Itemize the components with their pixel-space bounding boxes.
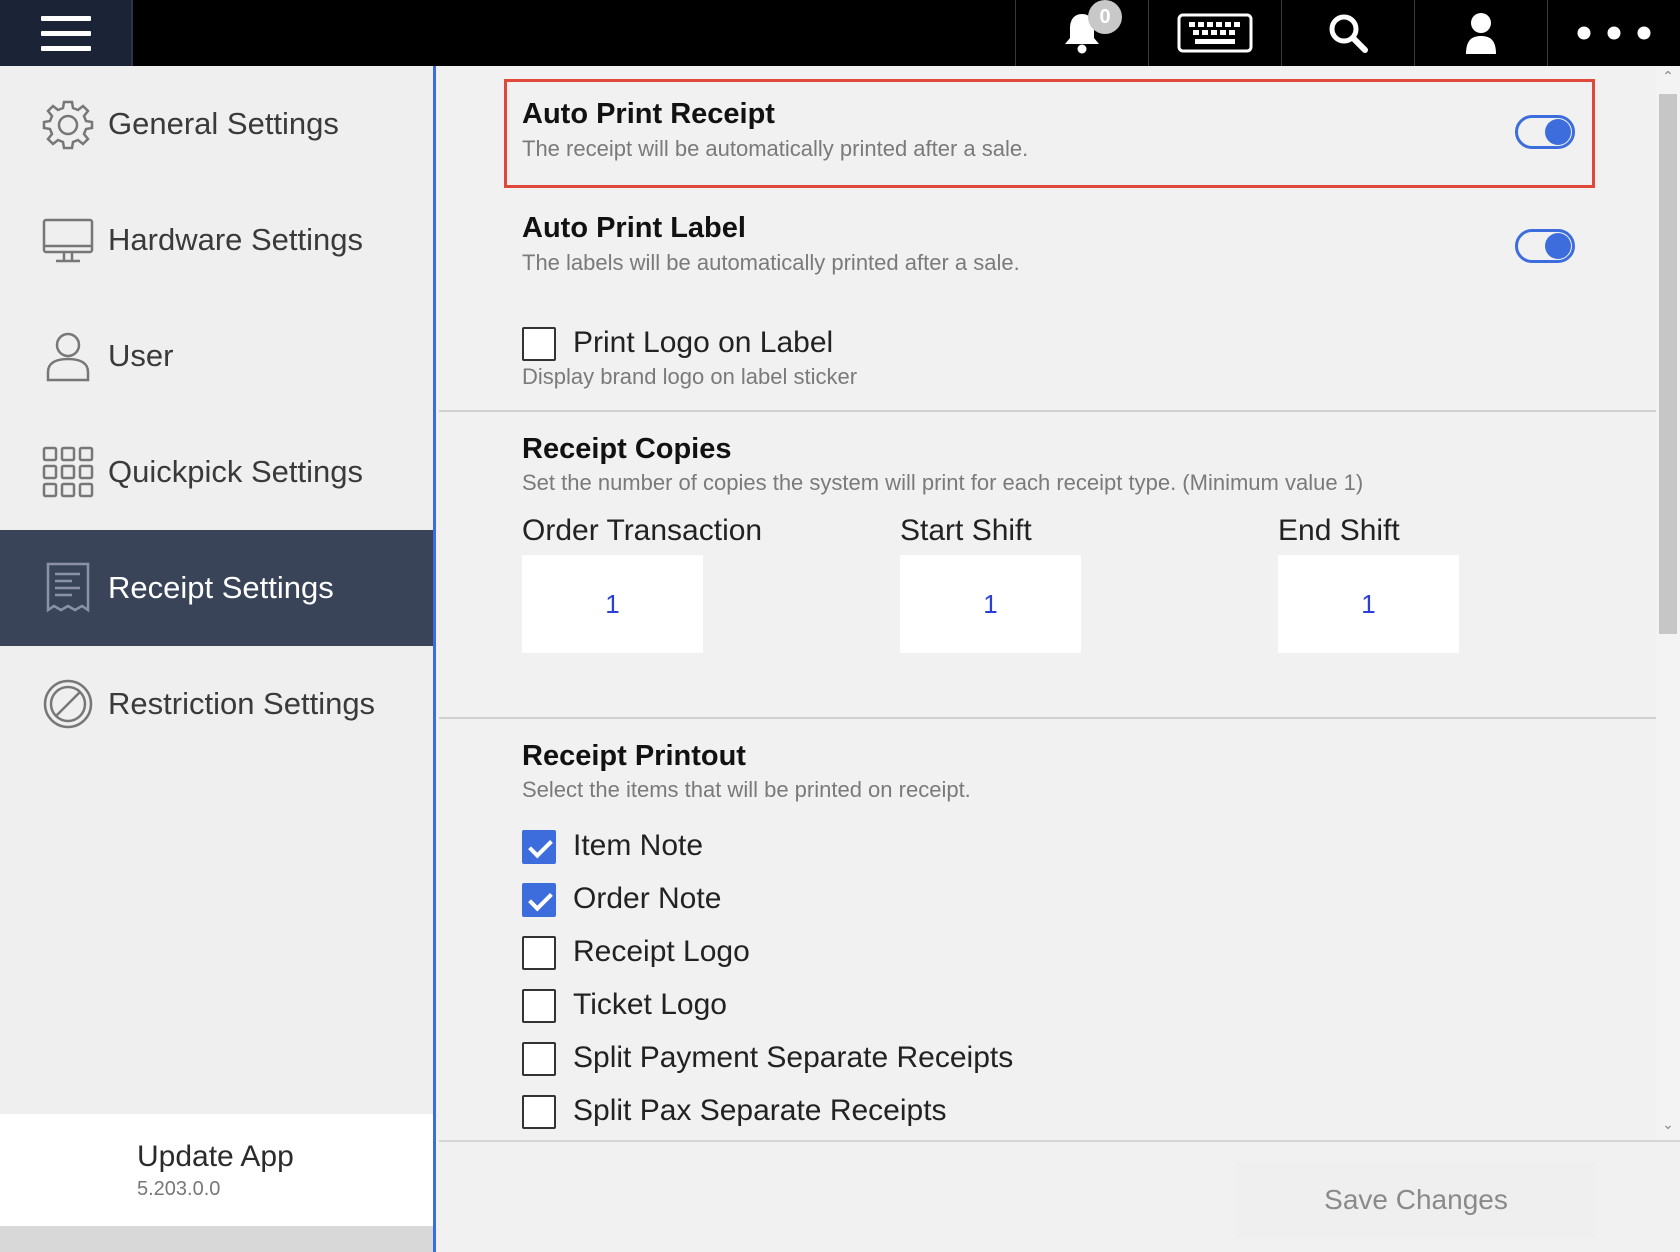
top-bar: 0 [0, 0, 1680, 66]
receipt-logo-label: Receipt Logo [573, 935, 750, 968]
sidebar-item-label: Restriction Settings [108, 686, 376, 721]
sidebar-item-label: Quickpick Settings [108, 454, 363, 489]
footer-bar: Save Changes [439, 1140, 1680, 1252]
menu-button[interactable] [0, 0, 133, 66]
order-note-checkbox[interactable] [522, 883, 556, 917]
sidebar-item-label: Hardware Settings [108, 222, 364, 257]
item-note-checkbox[interactable] [522, 830, 556, 864]
sidebar-item-hardware-settings[interactable]: Hardware Settings [0, 182, 433, 298]
monitor-icon [42, 214, 94, 266]
sidebar-item-label: General Settings [108, 106, 339, 141]
receipt-settings-panel: Auto Print Receipt The receipt will be a… [439, 66, 1656, 1140]
sidebar-item-general-settings[interactable]: General Settings [0, 66, 433, 182]
keyboard-button[interactable] [1148, 0, 1281, 66]
auto-print-label-desc: The labels will be automatically printed… [522, 250, 1020, 275]
divider [439, 410, 1656, 412]
receipt-copies-title: Receipt Copies [522, 433, 732, 465]
notifications-button[interactable]: 0 [1015, 0, 1148, 66]
split-pax-label: Split Pax Separate Receipts [573, 1094, 947, 1127]
update-app-label: Update App [137, 1140, 294, 1173]
scroll-down-icon[interactable]: ⌄ [1656, 1116, 1680, 1133]
start-shift-input[interactable]: 1 [900, 555, 1081, 653]
top-icons: 0 [1015, 0, 1680, 66]
scroll-up-icon[interactable]: ⌃ [1656, 68, 1680, 85]
end-shift-input[interactable]: 1 [1278, 555, 1459, 653]
auto-print-receipt-desc: The receipt will be automatically printe… [522, 136, 1029, 161]
sidebar-item-label: Receipt Settings [108, 570, 334, 605]
start-shift-label: Start Shift [900, 514, 1032, 547]
profile-button[interactable] [1414, 0, 1547, 66]
ticket-logo-label: Ticket Logo [573, 988, 727, 1021]
save-changes-button[interactable]: Save Changes [1236, 1162, 1596, 1238]
scroll-thumb[interactable] [1659, 94, 1677, 634]
hamburger-icon [40, 15, 91, 51]
sidebar-item-restriction-settings[interactable]: Restriction Settings [0, 646, 433, 762]
scrollbar[interactable]: ⌃ ⌄ [1656, 66, 1680, 1140]
grid-icon [42, 446, 94, 498]
split-pax-checkbox[interactable] [522, 1095, 556, 1129]
order-transaction-input[interactable]: 1 [522, 555, 703, 653]
sidebar-item-label: User [108, 338, 174, 373]
toggle-knob [1545, 119, 1571, 145]
notification-badge: 0 [1088, 0, 1122, 34]
split-payment-label: Split Payment Separate Receipts [573, 1041, 1014, 1074]
divider [439, 717, 1656, 719]
receipt-printout-desc: Select the items that will be printed on… [522, 777, 971, 802]
sidebar-item-quickpick-settings[interactable]: Quickpick Settings [0, 414, 433, 530]
auto-print-receipt-title: Auto Print Receipt [522, 98, 775, 130]
ticket-logo-checkbox[interactable] [522, 989, 556, 1023]
search-button[interactable] [1281, 0, 1414, 66]
more-button[interactable] [1547, 0, 1680, 66]
highlight-box [504, 79, 1595, 188]
print-logo-label-desc: Display brand logo on label sticker [522, 364, 858, 389]
update-app-button[interactable]: Update App 5.203.0.0 [0, 1114, 433, 1226]
print-logo-label-checkbox[interactable] [522, 327, 556, 361]
search-icon [1329, 14, 1368, 53]
user-icon [1466, 13, 1496, 54]
receipt-printout-title: Receipt Printout [522, 740, 746, 772]
end-shift-label: End Shift [1278, 514, 1400, 547]
receipt-logo-checkbox[interactable] [522, 936, 556, 970]
auto-print-label-title: Auto Print Label [522, 212, 746, 244]
receipt-icon [42, 562, 94, 614]
order-note-label: Order Note [573, 882, 722, 915]
sidebar: General Settings Hardware Settings User … [0, 66, 436, 1252]
toggle-knob [1545, 233, 1571, 259]
auto-print-receipt-toggle[interactable] [1515, 115, 1575, 149]
restriction-icon [42, 678, 94, 730]
keyboard-icon [1177, 13, 1253, 53]
sidebar-item-receipt-settings[interactable]: Receipt Settings [0, 530, 433, 646]
item-note-label: Item Note [573, 829, 704, 862]
receipt-copies-desc: Set the number of copies the system will… [522, 470, 1364, 495]
order-transaction-label: Order Transaction [522, 514, 763, 547]
auto-print-label-toggle[interactable] [1515, 229, 1575, 263]
split-payment-checkbox[interactable] [522, 1042, 556, 1076]
sidebar-footer-strip [0, 1226, 433, 1252]
user-icon [42, 330, 94, 382]
sidebar-item-user[interactable]: User [0, 298, 433, 414]
more-icon [1577, 26, 1651, 40]
print-logo-label-label: Print Logo on Label [573, 326, 834, 359]
app-version: 5.203.0.0 [137, 1178, 221, 1200]
gear-icon [42, 98, 94, 150]
